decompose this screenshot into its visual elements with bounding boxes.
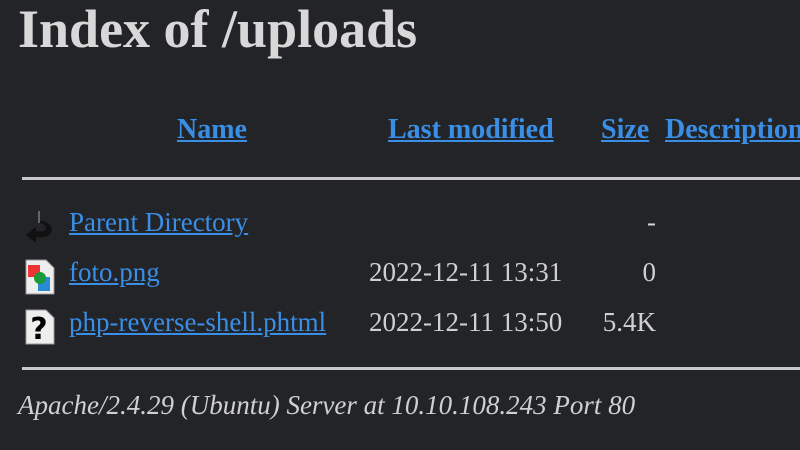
divider: [22, 177, 800, 180]
table-row: foto.png 2022-12-11 13:31 0: [0, 255, 800, 305]
table-row: ? php-reverse-shell.phtml 2022-12-11 13:…: [0, 305, 800, 355]
page-title: Index of /uploads: [18, 0, 418, 59]
divider: [22, 367, 800, 370]
file-size: -: [647, 207, 656, 237]
back-icon: [26, 211, 52, 243]
last-modified: 2022-12-11 13:50: [369, 307, 563, 337]
svg-text:?: ?: [30, 312, 47, 345]
file-size: 5.4K: [602, 307, 656, 337]
server-signature: Apache/2.4.29 (Ubuntu) Server at 10.10.1…: [18, 390, 636, 420]
table-row: Parent Directory -: [0, 205, 800, 255]
sort-by-last-modified-link[interactable]: Last modified: [388, 114, 554, 146]
parent-directory-link[interactable]: Parent Directory: [69, 207, 248, 238]
file-link[interactable]: foto.png: [69, 257, 160, 288]
image-file-icon: [25, 259, 55, 295]
sort-by-size-link[interactable]: Size: [601, 114, 649, 146]
sort-by-description-link[interactable]: Description: [665, 114, 800, 146]
sort-by-name-link[interactable]: Name: [177, 114, 247, 146]
unknown-file-icon: ?: [25, 309, 55, 345]
file-link[interactable]: php-reverse-shell.phtml: [69, 307, 326, 338]
last-modified: 2022-12-11 13:31: [369, 257, 563, 287]
file-size: 0: [642, 257, 657, 287]
